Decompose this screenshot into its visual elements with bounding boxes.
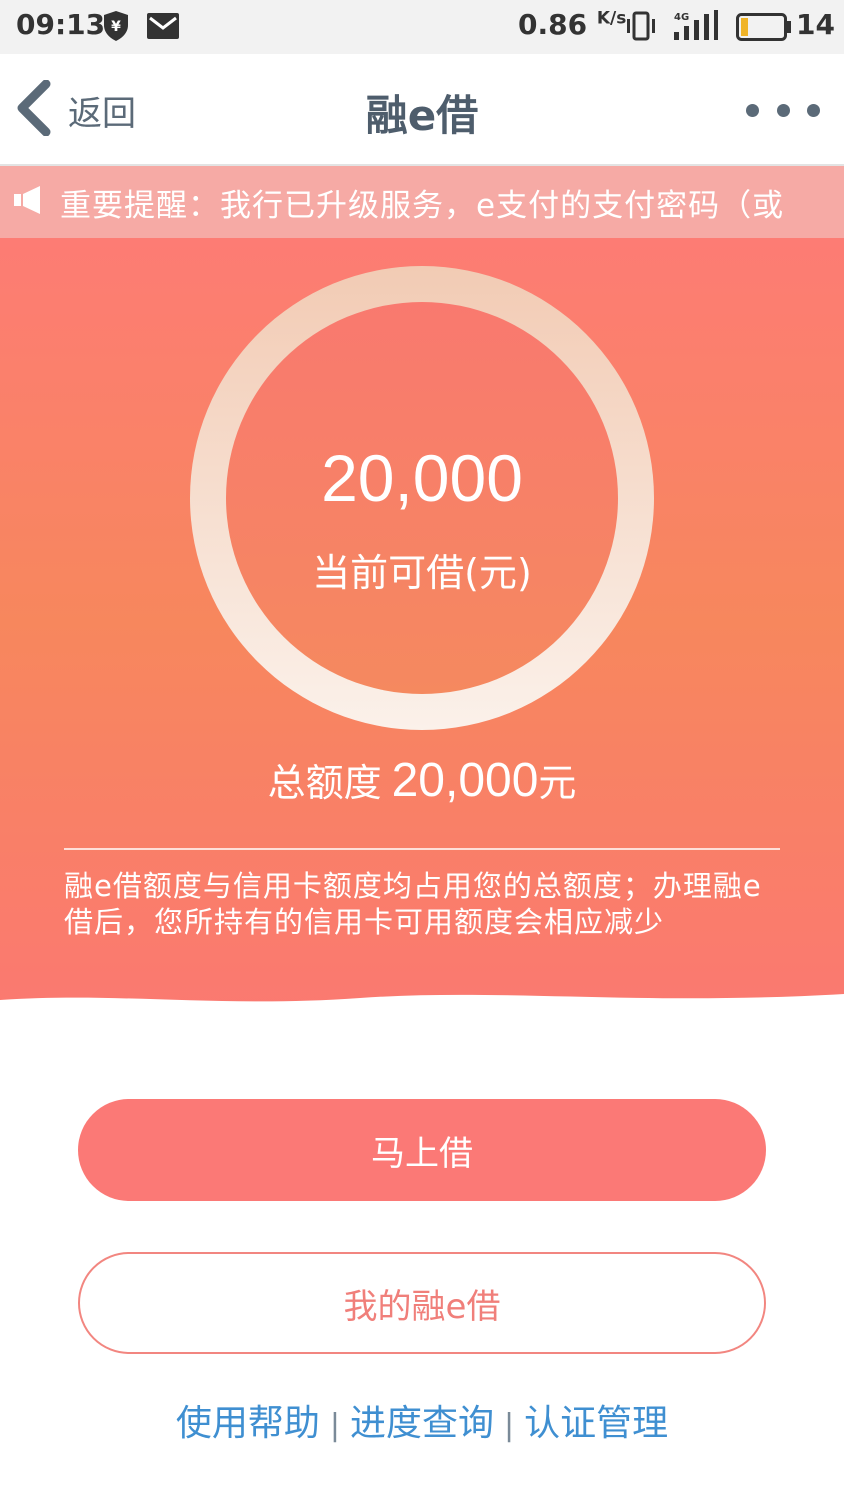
notice-text: 重要提醒：我行已升级服务，e支付的支付密码（或 (60, 187, 785, 224)
wave-divider (0, 994, 844, 1038)
nav-bar: 返回 融e借 (0, 54, 844, 166)
certification-link[interactable]: 认证管理 (524, 1403, 668, 1444)
signal-icon: 4G (672, 10, 720, 48)
total-limit: 总额度 20,000元 (0, 752, 844, 808)
total-limit-label: 总额度 (267, 761, 382, 805)
battery-icon (736, 13, 792, 45)
network-speed-value: 0.86 (518, 8, 588, 41)
status-time: 09:13 (16, 8, 106, 41)
yuan-shield-icon: ¥ (102, 10, 130, 46)
mail-icon (146, 12, 180, 44)
link-separator: | (329, 1408, 340, 1443)
speaker-icon (12, 184, 44, 220)
vibrate-icon (626, 11, 656, 45)
credit-ring: 20,000 当前可借(元) (190, 266, 654, 730)
notice-banner[interactable]: 重要提醒：我行已升级服务，e支付的支付密码（或 (0, 166, 844, 238)
status-bar: 09:13 ¥ 0.86 K/s 4G 14 (0, 0, 844, 54)
divider (64, 848, 780, 850)
available-label: 当前可借(元) (312, 551, 532, 595)
limit-note: 融e借额度与信用卡额度均占用您的总额度；办理融e借后，您所持有的信用卡可用额度会… (64, 869, 762, 939)
help-link[interactable]: 使用帮助 (176, 1403, 320, 1444)
progress-link[interactable]: 进度查询 (350, 1403, 494, 1444)
more-dots-icon[interactable] (746, 98, 820, 122)
credit-summary: 20,000 当前可借(元) 总额度 20,000元 融e借额度与信用卡额度均占用… (0, 238, 844, 1038)
borrow-now-button[interactable]: 马上借 (78, 1099, 766, 1201)
svg-text:¥: ¥ (111, 19, 121, 35)
credit-ring-center: 20,000 当前可借(元) (226, 302, 618, 694)
available-amount: 20,000 (321, 441, 523, 515)
svg-text:4G: 4G (674, 12, 689, 23)
total-limit-unit: 元 (538, 761, 577, 805)
footer-links: 使用帮助 | 进度查询 | 认证管理 (0, 1394, 844, 1446)
link-separator: | (504, 1408, 515, 1443)
battery-level: 14 (796, 8, 835, 41)
network-speed: 0.86 K/s (518, 8, 626, 41)
page-title: 融e借 (365, 91, 479, 140)
total-limit-amount: 20,000 (391, 754, 539, 807)
network-speed-unit: K/s (596, 8, 627, 29)
my-loan-button[interactable]: 我的融e借 (78, 1252, 766, 1354)
